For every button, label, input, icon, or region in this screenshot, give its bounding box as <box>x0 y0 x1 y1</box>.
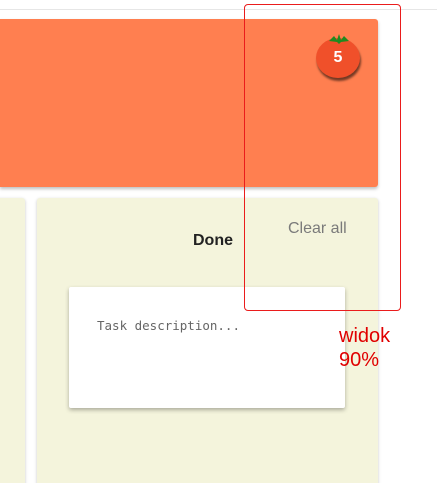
column-title: Done <box>193 232 233 249</box>
column-previous <box>0 198 25 483</box>
annotation-line-1: widok <box>339 325 391 347</box>
annotation-label: widok 90% <box>339 324 390 372</box>
annotation-highlight-box <box>244 4 401 311</box>
task-description-input[interactable] <box>97 318 317 333</box>
page: 5 Done Clear all widok 90% <box>0 0 437 483</box>
annotation-line-2: 90% <box>339 349 380 371</box>
